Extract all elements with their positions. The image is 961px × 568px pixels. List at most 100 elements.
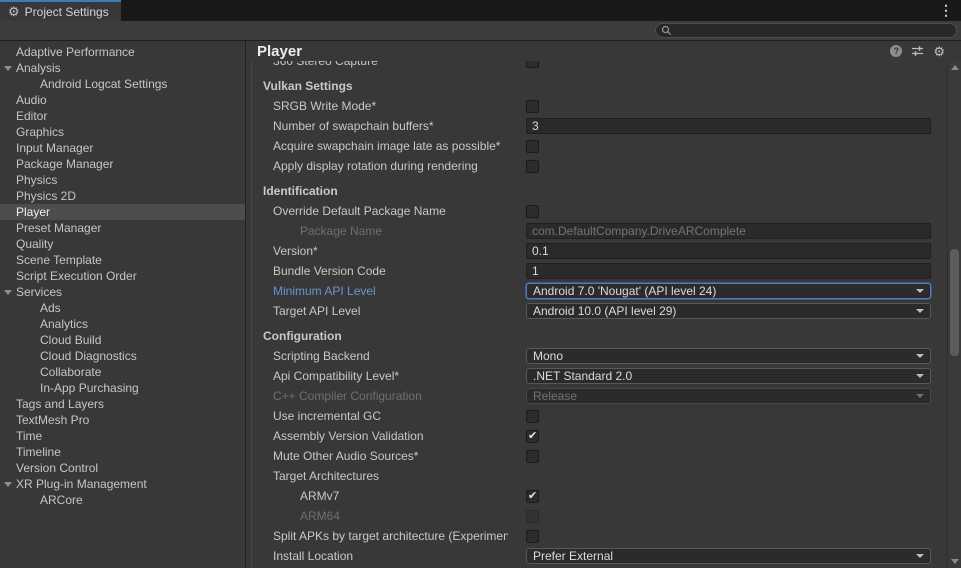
text-field[interactable]: 0.1 <box>526 243 931 259</box>
settings-row: Scripting BackendMono <box>252 346 947 366</box>
section-header: Configuration <box>252 326 947 346</box>
sidebar-item-label: Scene Template <box>16 253 102 267</box>
sidebar-item-label: XR Plug-in Management <box>16 477 147 491</box>
setting-control <box>526 100 539 113</box>
tab-project-settings[interactable]: ⚙ Project Settings <box>0 0 121 21</box>
section-header: Identification <box>252 181 947 201</box>
sidebar-item[interactable]: Script Execution Order <box>0 268 245 284</box>
setting-label: Override Default Package Name <box>252 204 508 218</box>
sidebar-item[interactable]: Graphics <box>0 124 245 140</box>
text-field[interactable]: 3 <box>526 118 931 134</box>
setting-control: .NET Standard 2.0 <box>526 368 931 384</box>
checkbox[interactable] <box>526 100 539 113</box>
panel-header: Player ? ⚙ <box>246 41 961 61</box>
sidebar-item[interactable]: Services <box>0 284 245 300</box>
sidebar-item[interactable]: Package Manager <box>0 156 245 172</box>
sidebar-item[interactable]: Preset Manager <box>0 220 245 236</box>
settings-row: Assembly Version Validation ✔ <box>252 426 947 446</box>
sidebar-item[interactable]: Input Manager <box>0 140 245 156</box>
setting-control <box>526 410 539 423</box>
settings-row: Bundle Version Code1 <box>252 261 947 281</box>
settings-row: Mute Other Audio Sources* <box>252 446 947 466</box>
dropdown-value: .NET Standard 2.0 <box>533 369 632 383</box>
setting-label: Minimum API Level <box>252 284 508 298</box>
sidebar-item[interactable]: Collaborate <box>0 364 245 380</box>
text-field[interactable]: 1 <box>526 263 931 279</box>
setting-label: Version* <box>252 244 508 258</box>
sidebar-item[interactable]: Physics <box>0 172 245 188</box>
sidebar-item[interactable]: Physics 2D <box>0 188 245 204</box>
setting-control: ✔ <box>526 430 539 443</box>
vertical-scrollbar[interactable] <box>947 61 961 568</box>
setting-control: Mono <box>526 348 931 364</box>
setting-control <box>526 530 539 543</box>
sidebar-item-label: Android Logcat Settings <box>40 77 167 91</box>
sidebar-item-label: Editor <box>16 109 47 123</box>
sidebar-item[interactable]: Cloud Diagnostics <box>0 348 245 364</box>
setting-label: Api Compatibility Level* <box>252 369 508 383</box>
dropdown[interactable]: Android 10.0 (API level 29) <box>526 303 931 319</box>
setting-label: Use incremental GC <box>252 409 508 423</box>
sidebar-item[interactable]: Audio <box>0 92 245 108</box>
preset-icon[interactable] <box>911 45 924 57</box>
setting-label: C++ Compiler Configuration <box>252 389 508 403</box>
settings-row: Api Compatibility Level* .NET Standard 2.… <box>252 366 947 386</box>
sidebar-item[interactable]: Adaptive Performance <box>0 44 245 60</box>
dropdown[interactable]: Mono <box>526 348 931 364</box>
sidebar-item[interactable]: XR Plug-in Management <box>0 476 245 492</box>
sidebar-item[interactable]: Player <box>0 204 245 220</box>
kebab-menu-icon[interactable]: ⋮ <box>939 1 953 19</box>
setting-label: Number of swapchain buffers* <box>252 119 508 133</box>
sidebar-item[interactable]: Time <box>0 428 245 444</box>
scroll-thumb[interactable] <box>950 249 959 356</box>
foldout-arrow-icon[interactable] <box>4 290 12 295</box>
sidebar-item[interactable]: Android Logcat Settings <box>0 76 245 92</box>
setting-label: Assembly Version Validation <box>252 429 508 443</box>
checkbox[interactable] <box>526 530 539 543</box>
settings-row: Override Default Package Name <box>252 201 947 221</box>
sidebar-item[interactable]: ARCore <box>0 492 245 508</box>
checkbox[interactable] <box>526 61 539 68</box>
sidebar-item[interactable]: Cloud Build <box>0 332 245 348</box>
checkbox[interactable] <box>526 160 539 173</box>
setting-control <box>526 510 539 523</box>
dropdown-value: Android 10.0 (API level 29) <box>533 304 676 318</box>
scroll-up-arrow-icon[interactable] <box>951 65 959 70</box>
sidebar-item[interactable]: Ads <box>0 300 245 316</box>
sidebar-item-label: Input Manager <box>16 141 93 155</box>
sidebar-item-label: Preset Manager <box>16 221 101 235</box>
sidebar-item-label: Version Control <box>16 461 98 475</box>
search-input[interactable] <box>655 23 957 38</box>
sidebar-item[interactable]: Version Control <box>0 460 245 476</box>
sidebar-item[interactable]: Editor <box>0 108 245 124</box>
checkbox[interactable] <box>526 205 539 218</box>
sidebar-item[interactable]: Tags and Layers <box>0 396 245 412</box>
sidebar-item[interactable]: Quality <box>0 236 245 252</box>
dropdown[interactable]: .NET Standard 2.0 <box>526 368 931 384</box>
sidebar-item[interactable]: Scene Template <box>0 252 245 268</box>
checkbox[interactable] <box>526 140 539 153</box>
sidebar-item[interactable]: Analytics <box>0 316 245 332</box>
foldout-arrow-icon[interactable] <box>4 482 12 487</box>
sidebar-item[interactable]: In-App Purchasing <box>0 380 245 396</box>
checkbox[interactable]: ✔ <box>526 430 539 443</box>
gear-icon[interactable]: ⚙ <box>933 45 945 58</box>
checkbox[interactable]: ✔ <box>526 490 539 503</box>
foldout-arrow-icon[interactable] <box>4 66 12 71</box>
dropdown-value: Mono <box>533 349 563 363</box>
sidebar-item[interactable]: Analysis <box>0 60 245 76</box>
checkbox[interactable] <box>526 410 539 423</box>
checkmark-icon: ✔ <box>528 489 537 502</box>
scroll-down-arrow-icon[interactable] <box>951 559 959 564</box>
setting-control <box>526 557 931 568</box>
settings-row: Apply display rotation during rendering <box>252 156 947 176</box>
setting-label: Target API Level <box>252 304 508 318</box>
sidebar-item-label: Quality <box>16 237 53 251</box>
sidebar-item-label: Cloud Diagnostics <box>40 349 137 363</box>
checkbox[interactable] <box>526 450 539 463</box>
sidebar-item[interactable]: Timeline <box>0 444 245 460</box>
help-icon[interactable]: ? <box>890 45 902 57</box>
dropdown[interactable]: Android 7.0 'Nougat' (API level 24) <box>526 283 931 299</box>
sidebar-item-label: Script Execution Order <box>16 269 137 283</box>
sidebar-item[interactable]: TextMesh Pro <box>0 412 245 428</box>
